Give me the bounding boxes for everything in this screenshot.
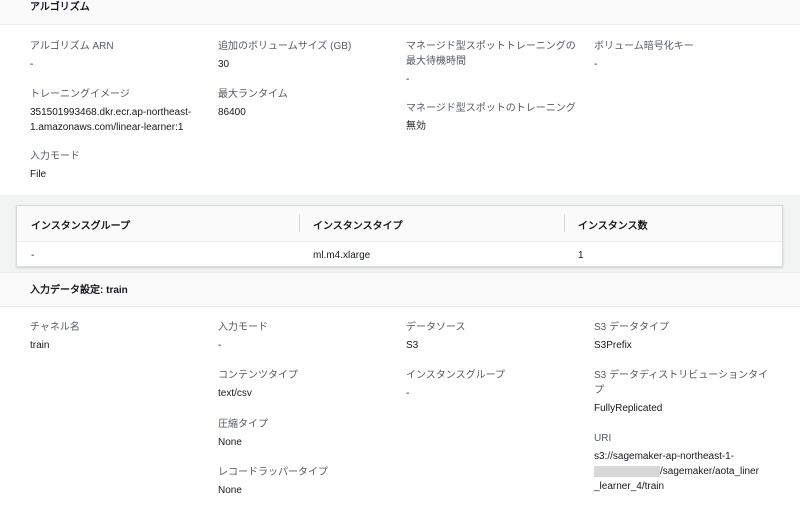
s3-distribution-type: S3 データディストリビューションタイ プ FullyReplicated [594,369,768,415]
uri-line-1: s3://sagemaker-ap-northeast-1- [594,451,735,462]
input-mode: 入力モード - [218,321,268,352]
algorithm-arn-value: - [30,59,34,70]
content-type-value: text/csv [218,388,252,399]
instance-group-label: インスタンスグループ [406,370,505,381]
cell-instance-count: 1 [578,250,584,261]
col-instance-count: インスタンス数 [578,221,648,232]
s3-distribution-label-2: プ [594,385,604,396]
s3-distribution-label-1: S3 データディストリビューションタイ [594,370,769,381]
training-image-value-2: 1.amazonaws.com/linear-learner:1 [30,122,184,133]
instance-table: インスタンスグループ インスタンスタイプ インスタンス数 - ml.m4.xla… [16,205,783,267]
encryption-key-value: - [594,59,598,70]
spot-training: マネージド型スポットのトレーニング 無効 [406,102,576,133]
data-source-label: データソース [406,322,466,333]
record-wrapper-label: レコードラッパータイプ [218,467,328,478]
channel-name: チャネル名 train [30,321,80,352]
algorithm-header: アルゴリズム [0,0,800,25]
instance-group: インスタンスグループ - [406,369,505,400]
algorithm-arn: アルゴリズム ARN - [30,40,114,71]
cell-instance-group: - [31,250,35,261]
max-wait-value: - [406,74,410,85]
max-runtime: 最大ランタイム 86400 [218,88,288,119]
compression-type-value: None [218,437,242,448]
input-data-title: 入力データ設定: train [30,285,128,296]
uri-line-2-text: /sagemaker/aota_liner [660,466,759,477]
training-image-value-1: 351501993468.dkr.ecr.ap-northeast- [30,107,192,118]
algorithm-input-mode-value: File [30,169,47,180]
channel-name-label: チャネル名 [30,322,80,333]
table-row: - ml.m4.xlarge 1 [17,242,782,268]
spot-training-label: マネージド型スポットのトレーニング [406,103,576,114]
instance-table-header: インスタンスグループ インスタンスタイプ インスタンス数 [17,206,782,242]
compression-type: 圧縮タイプ None [218,418,268,449]
input-mode-value: - [218,340,222,351]
volume-size: 追加のボリュームサイズ (GB) 30 [218,40,351,71]
col-divider [299,214,300,232]
algorithm-title: アルゴリズム [30,2,90,13]
uri-label: URI [594,433,612,444]
algorithm-panel: アルゴリズム アルゴリズム ARN - 追加のボリュームサイズ (GB) 30 … [0,0,800,195]
redacted-account-id [594,465,660,477]
max-wait-label-2: 最大待機時間 [406,56,466,67]
volume-size-label: 追加のボリュームサイズ (GB) [218,41,352,52]
uri-line-3: _learner_4/train [594,481,665,492]
s3-data-type-label: S3 データタイプ [594,322,670,333]
input-data-header: 入力データ設定: train [0,273,800,307]
record-wrapper-type: レコードラッパータイプ None [218,466,328,497]
training-image: トレーニングイメージ 351501993468.dkr.ecr.ap-north… [30,88,191,134]
algorithm-input-mode-label: 入力モード [30,151,80,162]
max-wait-label-1: マネージド型スポットトレーニングの [406,41,576,52]
compression-type-label: 圧縮タイプ [218,419,268,430]
data-source: データソース S3 [406,321,466,352]
algorithm-arn-label: アルゴリズム ARN [30,41,114,52]
training-image-label: トレーニングイメージ [30,89,130,100]
encryption-key-label: ボリューム暗号化キー [594,41,694,52]
input-mode-label: 入力モード [218,322,268,333]
col-divider [564,214,565,232]
s3-data-type-value: S3Prefix [594,340,632,351]
algorithm-input-mode: 入力モード File [30,150,80,181]
col-instance-type: インスタンスタイプ [313,221,403,232]
data-source-value: S3 [406,340,419,351]
s3-distribution-value: FullyReplicated [594,403,663,414]
uri-line-2: /sagemaker/aota_liner [594,465,759,478]
s3-data-type: S3 データタイプ S3Prefix [594,321,669,352]
spot-training-value: 無効 [406,121,426,132]
content-type: コンテンツタイプ text/csv [218,369,298,400]
channel-name-value: train [30,340,50,351]
input-data-panel: 入力データ設定: train チャネル名 train 入力モード - コンテンツ… [0,272,800,510]
max-wait-time: マネージド型スポットトレーニングの 最大待機時間 - [406,40,576,86]
col-instance-group: インスタンスグループ [31,221,130,232]
volume-size-value: 30 [218,59,230,70]
encryption-key: ボリューム暗号化キー - [594,40,694,71]
max-runtime-label: 最大ランタイム [218,89,288,100]
cell-instance-type: ml.m4.xlarge [313,250,371,261]
uri: URI s3://sagemaker-ap-northeast-1- /sage… [594,432,759,493]
record-wrapper-value: None [218,485,242,496]
instance-group-value: - [406,388,410,399]
max-runtime-value: 86400 [218,107,246,118]
content-type-label: コンテンツタイプ [218,370,298,381]
